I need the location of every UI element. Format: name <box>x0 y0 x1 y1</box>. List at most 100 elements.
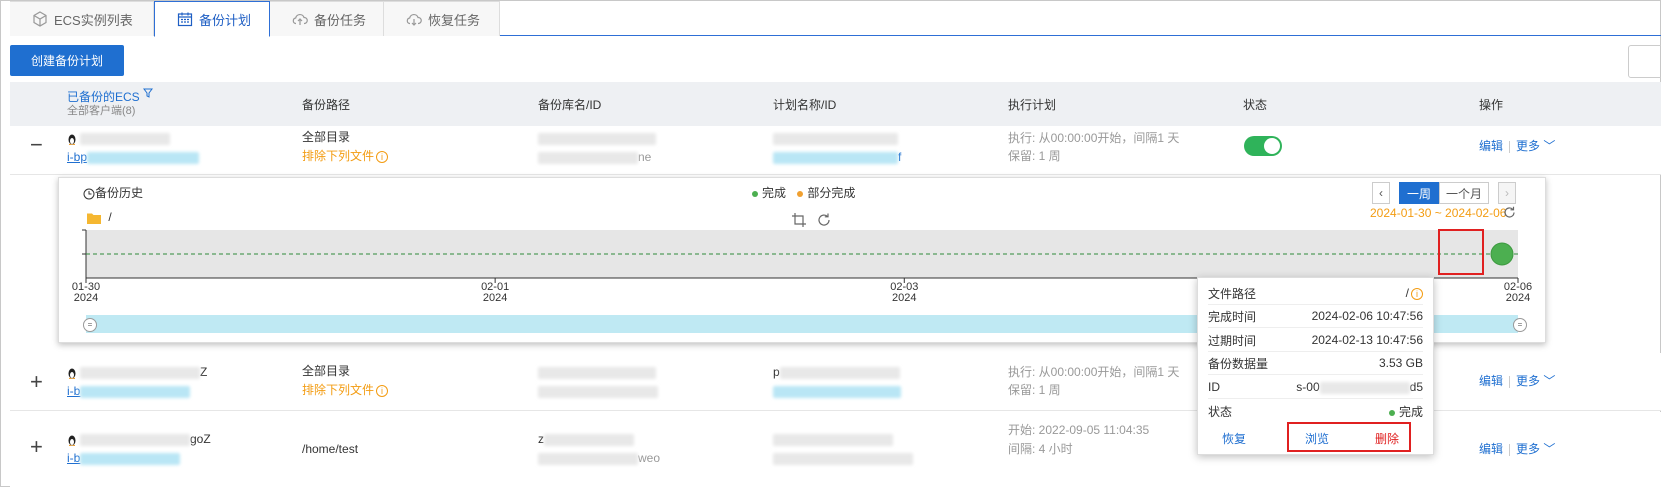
x-tick-year: 2024 <box>892 292 917 304</box>
schedule-start: 开始: 2022-09-05 11:04:35 <box>1008 423 1150 437</box>
info-icon: i <box>1411 287 1423 300</box>
vault-id: weo <box>538 448 660 468</box>
schedule-execute: 执行: 从00:00:00开始，间隔1 天 <box>1008 131 1180 145</box>
expand-row-button[interactable]: + <box>30 369 43 395</box>
more-link[interactable]: 更多 <box>1516 374 1540 388</box>
tab-bar: ECS实例列表 备份计划 备份任务 恢复任务 <box>10 1 1661 37</box>
plan-id[interactable] <box>773 381 901 401</box>
x-tick-year: 2024 <box>1505 292 1531 304</box>
ecs-name: Z <box>67 362 207 382</box>
popover-value: 完成 <box>1398 405 1423 419</box>
vault-id-suffix: weo <box>638 451 661 465</box>
ecs-name: goZ <box>67 429 211 449</box>
vault-name <box>538 128 656 148</box>
x-tick-label: 01-30 2024 <box>66 282 106 304</box>
popover-label: 完成时间 <box>1208 309 1257 324</box>
popover-row-id: ID s-00 d5 <box>1208 376 1423 399</box>
ecs-name-suffix: Z <box>200 365 208 379</box>
vault-id-suffix: ne <box>638 150 652 164</box>
column-header-operations: 操作 <box>1479 98 1504 112</box>
x-tick-year: 2024 <box>73 292 99 304</box>
column-header-plan: 计划名称/ID <box>773 98 837 112</box>
linux-icon <box>68 134 76 145</box>
popover-label: 文件路径 <box>1208 286 1257 301</box>
more-link[interactable]: 更多 <box>1516 442 1540 456</box>
popover-label: 状态 <box>1208 405 1233 419</box>
tab-backup-plan[interactable]: 备份计划 <box>154 1 270 37</box>
popover-value: 2024-02-06 10:47:56 <box>1311 309 1423 323</box>
ecs-instance-id[interactable]: i-b <box>67 381 191 401</box>
info-icon: i <box>376 150 389 163</box>
linux-icon <box>68 368 76 379</box>
exclude-files-link[interactable]: 排除下列文件 i <box>302 380 389 400</box>
linux-icon <box>68 435 76 446</box>
popover-value: 2024-02-13 10:47:56 <box>1311 333 1423 347</box>
column-header-path: 备份路径 <box>302 98 351 112</box>
plan-name-prefix: p <box>773 365 780 379</box>
filter-icon[interactable] <box>143 88 154 98</box>
collapse-row-button[interactable]: − <box>30 132 43 158</box>
create-backup-plan-button[interactable]: 创建备份计划 <box>10 45 124 76</box>
status-dot <box>1388 409 1395 416</box>
tab-label: 备份计划 <box>199 12 252 28</box>
edit-link[interactable]: 编辑 <box>1479 374 1503 388</box>
tab-restore-task[interactable]: 恢复任务 <box>384 1 500 36</box>
plan-enabled-toggle[interactable] <box>1244 136 1282 156</box>
client-count: 全部客户端(8) <box>67 105 136 117</box>
backup-path: 全部目录 <box>302 364 351 378</box>
chevron-down-icon: ﹀ <box>1540 374 1556 388</box>
popover-label: 过期时间 <box>1208 333 1257 348</box>
range-slider-end-handle[interactable]: = <box>1513 318 1527 332</box>
cloud-upload-icon <box>292 13 308 25</box>
popover-row-expires: 过期时间 2024-02-13 10:47:56 <box>1208 329 1423 352</box>
ecs-name <box>67 128 170 148</box>
more-link[interactable]: 更多 <box>1516 139 1540 153</box>
cloud-download-icon <box>406 13 422 26</box>
exclude-files-label: 排除下列文件 <box>302 149 375 163</box>
plan-name <box>773 128 898 148</box>
calendar-icon <box>177 12 193 27</box>
x-tick-label: 02-06 2024 <box>1498 282 1538 304</box>
popover-row-size: 备份数据量 3.53 GB <box>1208 352 1423 375</box>
expand-row-button[interactable]: + <box>30 434 43 460</box>
plan-id[interactable]: f <box>773 147 901 167</box>
popover-label: 备份数据量 <box>1208 356 1269 371</box>
vault-id <box>538 381 658 401</box>
column-header-status: 状态 <box>1243 98 1268 112</box>
search-input[interactable] <box>1628 45 1661 78</box>
tab-label: 备份任务 <box>314 12 367 28</box>
ecs-name-suffix: goZ <box>190 432 211 446</box>
x-tick-label: 02-01 2024 <box>475 282 515 304</box>
vault-name: z <box>538 429 634 449</box>
exclude-files-label: 排除下列文件 <box>302 383 375 397</box>
popover-row-path: 文件路径 / i <box>1208 282 1423 305</box>
popover-value: / <box>1405 286 1409 300</box>
edit-link[interactable]: 编辑 <box>1479 139 1503 153</box>
highlight-box-actions <box>1287 422 1411 452</box>
exclude-files-link[interactable]: 排除下列文件 i <box>302 146 389 166</box>
schedule-retention: 保留: 1 周 <box>1008 383 1061 397</box>
ecs-instance-id[interactable]: i-b <box>67 448 181 468</box>
ecs-instance-id[interactable]: i-bp <box>67 147 200 167</box>
popover-label: ID <box>1208 380 1220 394</box>
popover-row-completed: 完成时间 2024-02-06 10:47:56 <box>1208 305 1423 328</box>
chevron-down-icon: ﹀ <box>1540 139 1556 153</box>
row-operations: 编辑 更多 ﹀ <box>1479 371 1555 391</box>
restore-link[interactable]: 恢复 <box>1222 430 1246 447</box>
range-slider-start-handle[interactable]: = <box>83 318 97 332</box>
popover-value-suffix: d5 <box>1409 380 1423 394</box>
plan-id <box>773 448 913 468</box>
column-header-schedule: 执行计划 <box>1008 98 1057 112</box>
x-tick-label: 02-03 2024 <box>884 282 924 304</box>
schedule-retention: 保留: 1 周 <box>1008 149 1061 163</box>
cube-icon <box>33 11 47 27</box>
popover-value: 3.53 GB <box>1378 356 1423 370</box>
tab-backup-task[interactable]: 备份任务 <box>270 1 384 36</box>
info-icon: i <box>376 384 389 397</box>
highlight-box-backup-point <box>1438 229 1484 275</box>
backup-path: /home/test <box>302 442 359 456</box>
tab-ecs-list[interactable]: ECS实例列表 <box>10 1 154 36</box>
backup-point-marker[interactable] <box>1490 242 1514 266</box>
edit-link[interactable]: 编辑 <box>1479 442 1503 456</box>
schedule-interval: 间隔: 4 小时 <box>1008 442 1073 456</box>
